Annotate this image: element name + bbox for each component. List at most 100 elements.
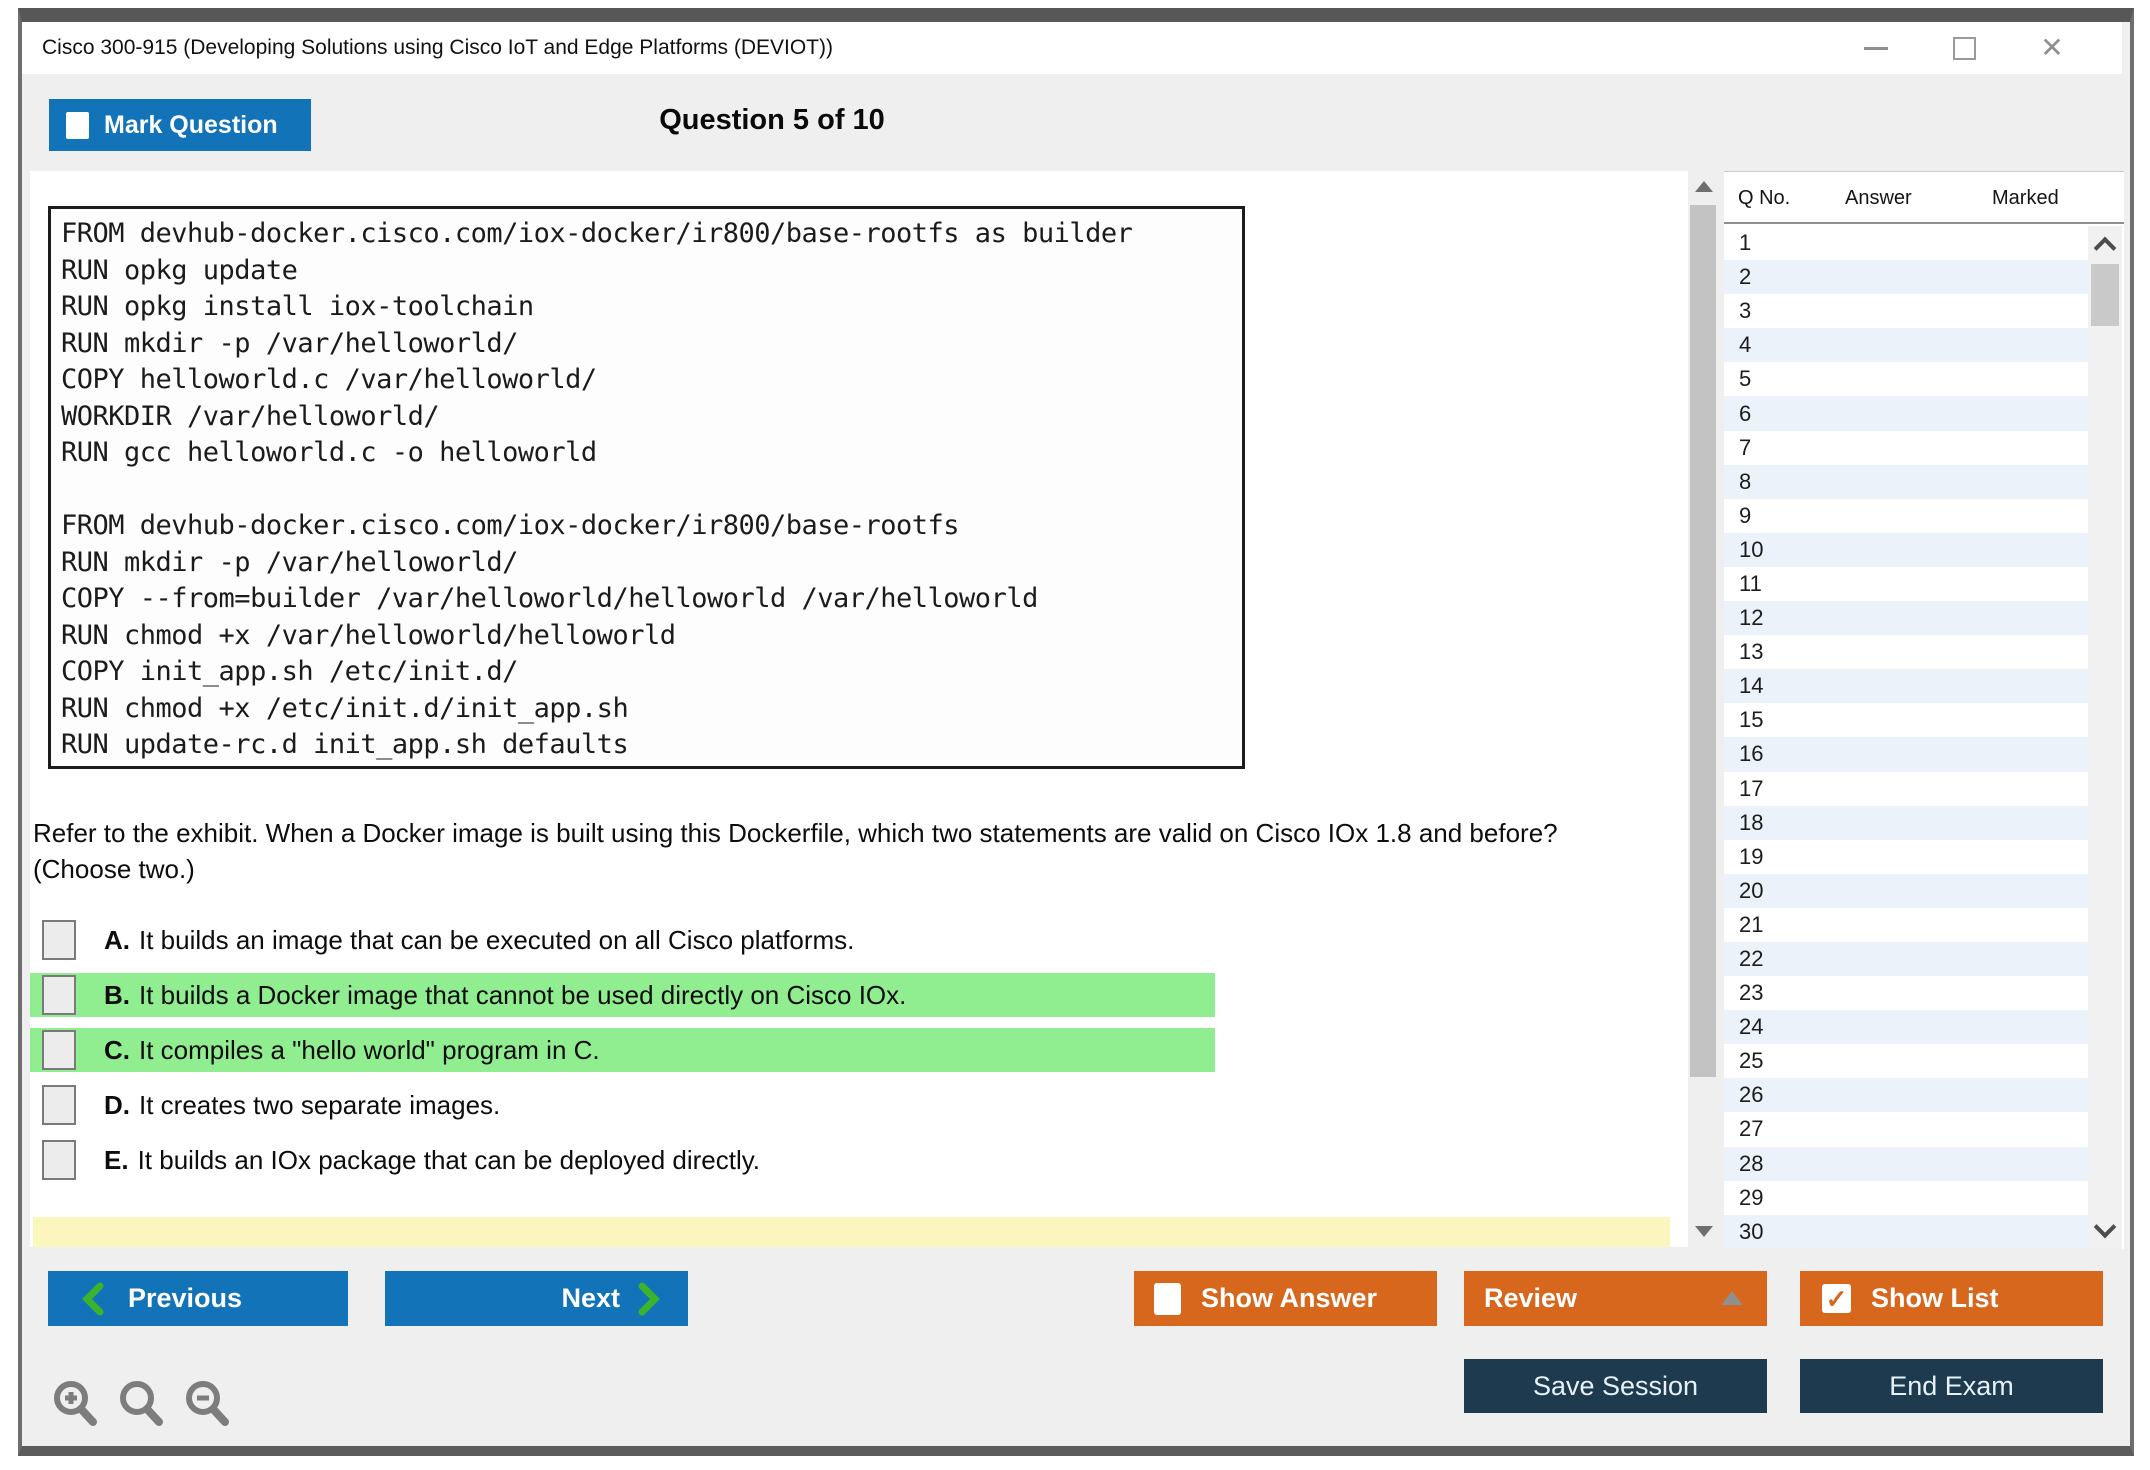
next-button[interactable]: Next bbox=[385, 1271, 688, 1326]
question-number: 7 bbox=[1739, 434, 1752, 460]
option-checkbox[interactable] bbox=[42, 1085, 76, 1125]
question-list-row[interactable]: 3 bbox=[1724, 294, 2088, 328]
question-list-row[interactable]: 13 bbox=[1724, 635, 2088, 669]
code-line: COPY init_app.sh /etc/init.d/ bbox=[61, 656, 518, 687]
question-list-row[interactable]: 20 bbox=[1724, 873, 2088, 908]
show-answer-button[interactable]: Show Answer bbox=[1134, 1271, 1437, 1326]
option-letter: B. bbox=[104, 979, 130, 1010]
question-list-row[interactable]: 21 bbox=[1724, 908, 2088, 942]
question-list-row[interactable]: 12 bbox=[1724, 601, 2088, 636]
show-answer-checkbox-icon[interactable] bbox=[1154, 1282, 1181, 1315]
show-list-checkbox-icon[interactable]: ✓ bbox=[1822, 1284, 1851, 1313]
code-line: RUN chmod +x /etc/init.d/init_app.sh bbox=[61, 692, 629, 724]
question-list-row[interactable]: 6 bbox=[1724, 396, 2088, 431]
question-number: 9 bbox=[1739, 502, 1752, 528]
zoom-out-icon[interactable] bbox=[182, 1378, 232, 1428]
window-controls: ✕ bbox=[1832, 22, 2096, 74]
question-list-row[interactable]: 22 bbox=[1724, 941, 2088, 977]
code-line: FROM devhub-docker.cisco.com/iox-docker/… bbox=[61, 510, 960, 541]
question-number: 2 bbox=[1739, 264, 1752, 290]
question-list-row[interactable]: 1 bbox=[1724, 226, 2088, 260]
question-list-row[interactable]: 8 bbox=[1724, 464, 2088, 499]
question-list-row[interactable]: 10 bbox=[1724, 532, 2088, 567]
next-label: Next bbox=[561, 1283, 620, 1313]
question-list-row[interactable]: 14 bbox=[1724, 669, 2088, 704]
zoom-in-icon[interactable] bbox=[50, 1378, 100, 1428]
question-number: 23 bbox=[1739, 980, 1764, 1006]
exam-window: Cisco 300-915 (Developing Solutions usin… bbox=[18, 8, 2134, 1456]
question-number: 10 bbox=[1739, 536, 1764, 562]
question-list-row[interactable]: 7 bbox=[1724, 431, 2088, 465]
question-text: Refer to the exhibit. When a Docker imag… bbox=[33, 818, 1558, 884]
chevron-right-icon bbox=[638, 1282, 660, 1315]
chevron-up-icon[interactable] bbox=[2093, 236, 2117, 260]
show-list-button[interactable]: ✓ Show List bbox=[1800, 1271, 2103, 1326]
question-list-row[interactable]: 16 bbox=[1724, 737, 2088, 772]
question-list-row[interactable]: 11 bbox=[1724, 567, 2088, 601]
option-text: It compiles a "hello world" program in C… bbox=[139, 1034, 600, 1065]
review-label: Review bbox=[1484, 1283, 1578, 1313]
window-title: Cisco 300-915 (Developing Solutions usin… bbox=[42, 36, 833, 59]
previous-button[interactable]: Previous bbox=[48, 1271, 348, 1326]
checkmark-icon: ✓ bbox=[1825, 1283, 1848, 1314]
question-list-row[interactable]: 4 bbox=[1724, 328, 2088, 363]
maximize-button[interactable] bbox=[1920, 22, 2008, 74]
question-list-row[interactable]: 5 bbox=[1724, 362, 2088, 396]
content-scrollbar-thumb[interactable] bbox=[1690, 205, 1716, 1077]
option-checkbox[interactable] bbox=[42, 1030, 76, 1070]
scroll-up-arrow-icon[interactable] bbox=[1695, 181, 1713, 192]
option-checkbox[interactable] bbox=[42, 1140, 76, 1180]
question-list-row[interactable]: 15 bbox=[1724, 703, 2088, 737]
option-text: It builds an IOx package that can be dep… bbox=[137, 1144, 761, 1175]
question-list-panel: Q No. Answer Marked 1 2 3 4 5 6 7 8 9 10… bbox=[1724, 171, 2124, 1249]
question-list-row[interactable]: 2 bbox=[1724, 260, 2088, 295]
question-list-row[interactable]: 25 bbox=[1724, 1044, 2088, 1078]
column-header-marked: Marked bbox=[1992, 187, 2059, 209]
code-line: WORKDIR /var/helloworld/ bbox=[61, 400, 440, 432]
zoom-reset-icon[interactable] bbox=[116, 1378, 166, 1428]
question-list-row[interactable]: 24 bbox=[1724, 1010, 2088, 1045]
minimize-button[interactable] bbox=[1832, 22, 1920, 74]
question-number: 25 bbox=[1739, 1048, 1764, 1074]
question-number: 22 bbox=[1739, 946, 1764, 972]
option-letter: C. bbox=[104, 1034, 130, 1065]
question-list-row[interactable]: 26 bbox=[1724, 1078, 2088, 1113]
question-list-row[interactable]: 17 bbox=[1724, 772, 2088, 806]
option-checkbox[interactable] bbox=[42, 975, 76, 1015]
column-header-qno: Q No. bbox=[1738, 187, 1791, 209]
close-button[interactable]: ✕ bbox=[2008, 22, 2096, 74]
option-checkbox[interactable] bbox=[42, 920, 76, 960]
question-list-row[interactable]: 23 bbox=[1724, 976, 2088, 1010]
minimize-icon bbox=[1864, 46, 1888, 50]
question-list-row[interactable]: 28 bbox=[1724, 1146, 2088, 1181]
question-number: 3 bbox=[1739, 298, 1752, 324]
option-text: It creates two separate images. bbox=[139, 1089, 501, 1120]
code-line: RUN mkdir -p /var/helloworld/ bbox=[61, 327, 518, 359]
chevron-down-icon[interactable] bbox=[2093, 1215, 2117, 1239]
question-counter: Question 5 of 10 bbox=[659, 104, 885, 136]
question-list-row[interactable]: 29 bbox=[1724, 1181, 2088, 1215]
review-button[interactable]: Review bbox=[1464, 1271, 1767, 1326]
question-number: 18 bbox=[1739, 809, 1764, 835]
answer-option-row: B. It builds a Docker image that cannot … bbox=[30, 973, 1215, 1017]
content-scrollbar[interactable] bbox=[1688, 171, 1718, 1247]
question-list-row[interactable]: 18 bbox=[1724, 805, 2088, 840]
code-line: RUN mkdir -p /var/helloworld/ bbox=[61, 546, 518, 578]
show-list-label: Show List bbox=[1871, 1283, 1999, 1313]
question-list-row[interactable]: 27 bbox=[1724, 1112, 2088, 1146]
question-number: 11 bbox=[1739, 570, 1762, 596]
zoom-toolbar bbox=[50, 1378, 232, 1428]
question-number: 26 bbox=[1739, 1082, 1764, 1108]
save-session-button[interactable]: Save Session bbox=[1464, 1359, 1767, 1413]
question-list-scrollbar-thumb[interactable] bbox=[2091, 264, 2119, 326]
scroll-down-arrow-icon[interactable] bbox=[1695, 1226, 1713, 1237]
question-list-scrollbar[interactable] bbox=[2088, 226, 2122, 1249]
question-number: 4 bbox=[1739, 332, 1752, 358]
question-number: 30 bbox=[1739, 1218, 1764, 1244]
end-exam-button[interactable]: End Exam bbox=[1800, 1359, 2103, 1413]
code-line: RUN opkg install iox-toolchain bbox=[61, 291, 534, 322]
question-list-row[interactable]: 30 bbox=[1724, 1214, 2088, 1249]
question-list-row[interactable]: 19 bbox=[1724, 840, 2088, 874]
question-list-row[interactable]: 9 bbox=[1724, 499, 2088, 533]
highlighted-row-partial bbox=[33, 1217, 1670, 1247]
